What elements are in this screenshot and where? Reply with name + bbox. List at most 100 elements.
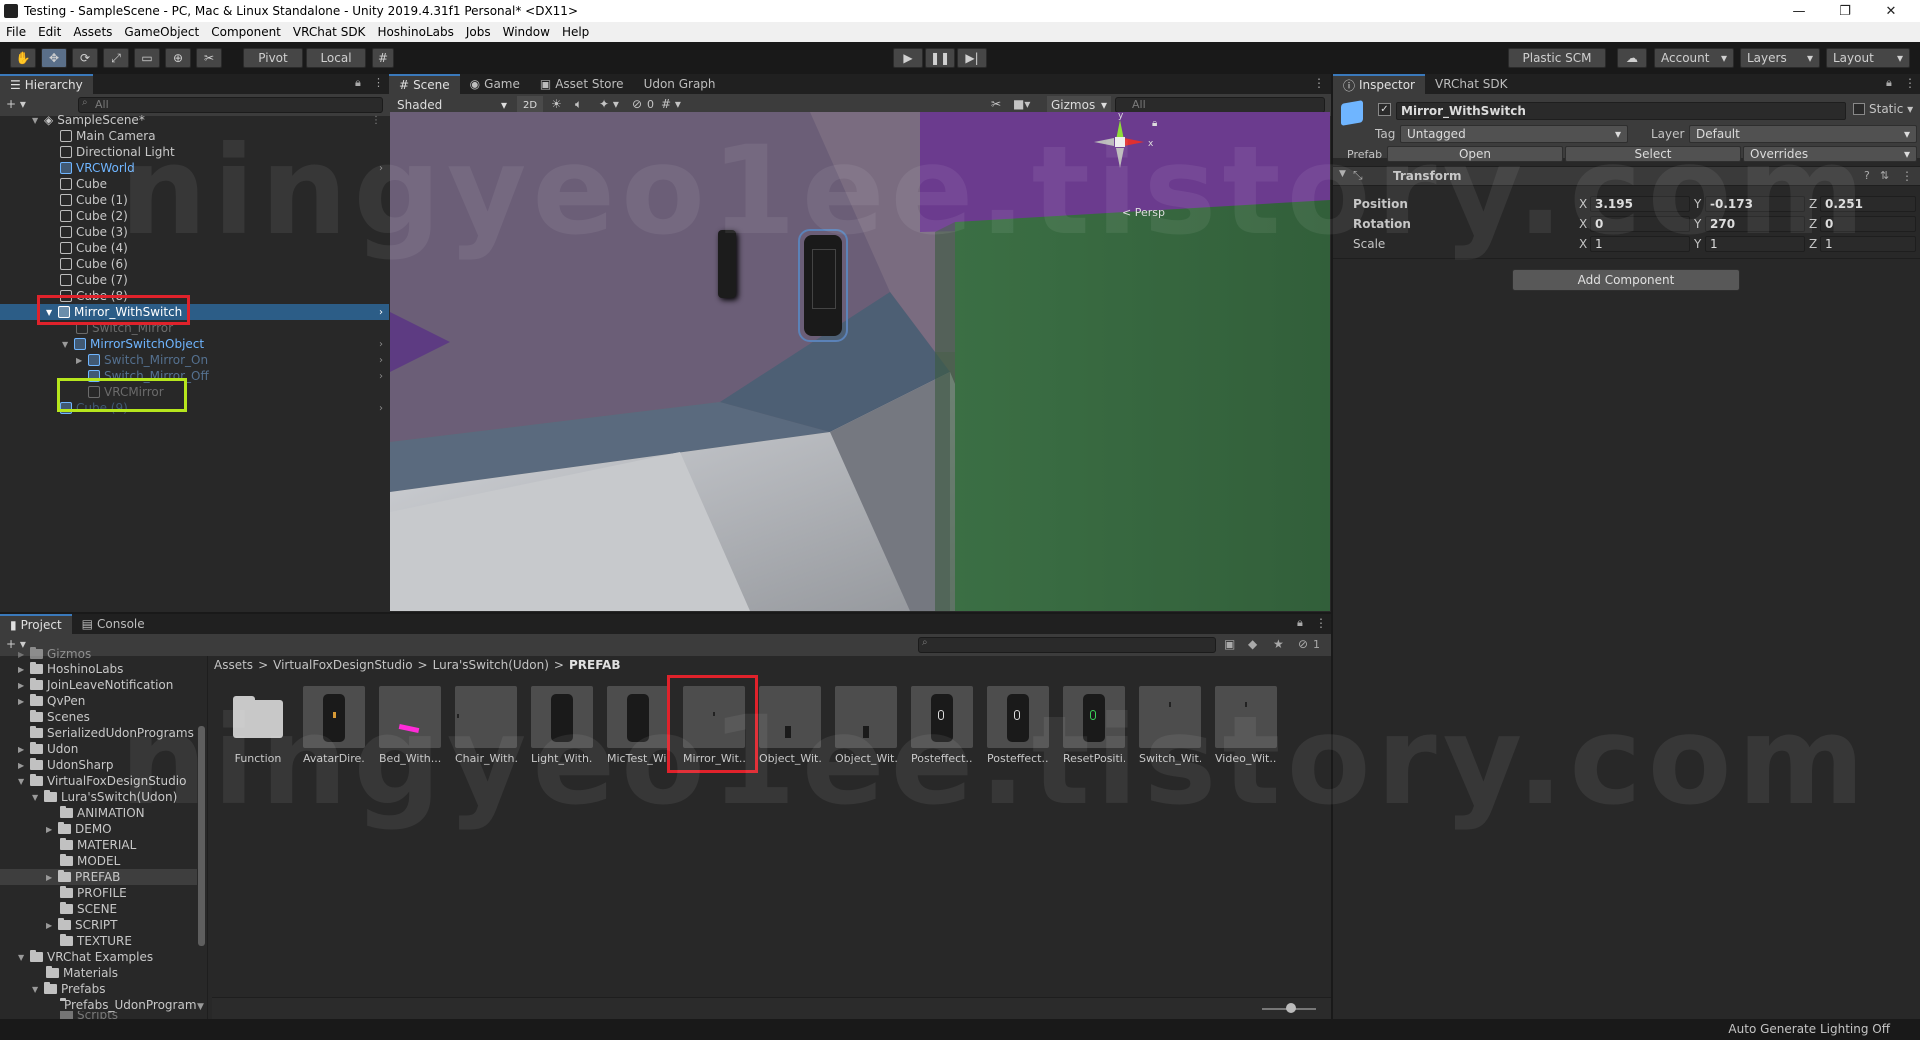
- object-name-field[interactable]: Mirror_WithSwitch: [1396, 102, 1846, 120]
- scale-x-field[interactable]: 1: [1590, 236, 1690, 252]
- tab-console[interactable]: ▤ Console: [72, 614, 155, 634]
- breadcrumb-prefab[interactable]: PREFAB: [569, 658, 621, 674]
- hierarchy-item-cube-2[interactable]: Cube (2): [0, 208, 389, 224]
- scale-tool-button[interactable]: ⤢: [103, 48, 129, 68]
- hand-tool-button[interactable]: ✋: [10, 48, 36, 68]
- breadcrumb-assets[interactable]: Assets: [214, 658, 253, 674]
- folder-serializedudonprograms[interactable]: SerializedUdonPrograms: [0, 725, 194, 741]
- chevron-right-icon[interactable]: ›: [379, 371, 383, 382]
- favorite-star-icon[interactable]: ★: [1273, 637, 1284, 651]
- expand-arrow-icon[interactable]: ▼: [32, 116, 42, 125]
- tab-udon-graph[interactable]: Udon Graph: [634, 74, 726, 94]
- menu-gameobject[interactable]: GameObject: [124, 25, 199, 39]
- asset-switch-prefab[interactable]: Switch_Wit...: [1139, 686, 1201, 765]
- orientation-gizmo[interactable]: y x: [1080, 112, 1160, 192]
- folder-profile[interactable]: PROFILE: [0, 885, 127, 901]
- folder-virtualfoxdesignstudio[interactable]: ▼ VirtualFoxDesignStudio: [0, 773, 186, 789]
- panel-menu-icon[interactable]: ⋮: [1904, 76, 1916, 90]
- rotation-y-field[interactable]: 270: [1705, 216, 1805, 232]
- step-button[interactable]: ▶|: [957, 48, 987, 68]
- hierarchy-item-cube-8[interactable]: Cube (8): [0, 288, 389, 304]
- add-component-button[interactable]: Add Component: [1512, 269, 1740, 291]
- switch-object-small[interactable]: [718, 230, 736, 298]
- persp-label[interactable]: < Persp: [1122, 206, 1165, 219]
- expand-arrow-icon[interactable]: ▶: [18, 745, 28, 754]
- expand-arrow-icon[interactable]: ▶: [46, 873, 56, 882]
- expand-arrow-icon[interactable]: ▶: [46, 921, 56, 930]
- expand-arrow-icon[interactable]: ▶: [76, 356, 86, 365]
- close-button[interactable]: ✕: [1868, 0, 1914, 22]
- lighting-icon[interactable]: ☀: [551, 97, 562, 111]
- panel-menu-icon[interactable]: ⋮: [1313, 76, 1325, 90]
- expand-arrow-icon[interactable]: ▶: [46, 825, 56, 834]
- chevron-right-icon[interactable]: ›: [379, 355, 383, 366]
- folder-hoshinolabs[interactable]: ▶ HoshinoLabs: [0, 661, 123, 677]
- hierarchy-item-cube[interactable]: Cube: [0, 176, 389, 192]
- asset-chair-prefab[interactable]: Chair_With...: [455, 686, 517, 765]
- plastic-scm-button[interactable]: Plastic SCM: [1508, 48, 1606, 68]
- hierarchy-item-cube-3[interactable]: Cube (3): [0, 224, 389, 240]
- folder-material[interactable]: MATERIAL: [0, 837, 136, 853]
- asset-object-prefab-2[interactable]: Object_Wit...: [835, 686, 897, 765]
- prefab-select-button[interactable]: Select: [1565, 146, 1741, 162]
- folder-materials[interactable]: Materials: [0, 965, 118, 981]
- scene-viewport[interactable]: y x 🔒︎ < Persp: [390, 112, 1330, 611]
- scale-z-field[interactable]: 1: [1820, 236, 1916, 252]
- folder-scripts[interactable]: Scripts: [0, 1011, 118, 1019]
- expand-arrow-icon[interactable]: ▼: [46, 308, 56, 317]
- folder-joinleavenotification[interactable]: ▶ JoinLeaveNotification: [0, 677, 173, 693]
- tab-inspector[interactable]: ⓘ Inspector: [1333, 74, 1425, 94]
- asset-resetposition-prefab[interactable]: ResetPositi...: [1063, 686, 1125, 765]
- tools-icon[interactable]: ✂: [991, 97, 1001, 111]
- folder-animation[interactable]: ANIMATION: [0, 805, 145, 821]
- hierarchy-search-input[interactable]: All: [78, 97, 383, 113]
- layout-dropdown[interactable]: Layout ▾: [1826, 48, 1910, 68]
- chevron-right-icon[interactable]: ›: [379, 163, 383, 174]
- folder-scene[interactable]: SCENE: [0, 901, 117, 917]
- pause-button[interactable]: ❚❚: [925, 48, 955, 68]
- rotation-x-field[interactable]: 0: [1590, 216, 1690, 232]
- pivot-toggle[interactable]: Pivot: [243, 48, 303, 68]
- audio-icon[interactable]: 🔈︎: [575, 97, 582, 112]
- panel-menu-icon[interactable]: ⋮: [1315, 616, 1327, 630]
- expand-arrow-icon[interactable]: ▶: [18, 665, 28, 674]
- tab-project[interactable]: ▮ Project: [0, 614, 72, 634]
- folder-lurasswitch[interactable]: ▼ Lura'sSwitch(Udon): [0, 789, 177, 805]
- menu-jobs[interactable]: Jobs: [466, 25, 491, 39]
- minimize-button[interactable]: —: [1776, 0, 1822, 22]
- hierarchy-item-cube-9[interactable]: Cube (9) ›: [0, 400, 389, 416]
- folder-script[interactable]: ▶ SCRIPT: [0, 917, 117, 933]
- hierarchy-item-cube-1[interactable]: Cube (1): [0, 192, 389, 208]
- lock-icon[interactable]: 🔒︎: [1886, 76, 1892, 90]
- hierarchy-item-switch-mirror-on[interactable]: ▶ Switch_Mirror_On ›: [0, 352, 389, 368]
- breadcrumb-lurasswitch[interactable]: Lura'sSwitch(Udon): [433, 658, 549, 674]
- slider-handle[interactable]: [1286, 1003, 1296, 1013]
- scale-y-field[interactable]: 1: [1705, 236, 1805, 252]
- menu-hoshinolabs[interactable]: HoshinoLabs: [377, 25, 453, 39]
- scene-root-row[interactable]: ▼ ◈ SampleScene* ⋮: [0, 112, 389, 128]
- tab-hierarchy[interactable]: ☰ Hierarchy: [0, 74, 93, 94]
- menu-edit[interactable]: Edit: [38, 25, 61, 39]
- create-dropdown[interactable]: + ▾: [6, 97, 26, 111]
- hierarchy-item-switch-mirror[interactable]: Switch_Mirror: [0, 320, 389, 336]
- transform-tool-button[interactable]: ⊕: [165, 48, 191, 68]
- position-y-field[interactable]: -0.173: [1705, 196, 1805, 212]
- filter-label-icon[interactable]: ◆: [1248, 637, 1257, 651]
- menu-component[interactable]: Component: [211, 25, 281, 39]
- tab-scene[interactable]: # Scene: [389, 74, 460, 94]
- expand-arrow-icon[interactable]: ▶: [18, 761, 28, 770]
- folder-model[interactable]: MODEL: [0, 853, 120, 869]
- cloud-button[interactable]: ☁: [1617, 48, 1647, 68]
- prefab-open-button[interactable]: Open: [1387, 146, 1563, 162]
- hierarchy-item-directional-light[interactable]: Directional Light: [0, 144, 389, 160]
- asset-posteffect-prefab-2[interactable]: Posteffect...: [987, 686, 1049, 765]
- expand-arrow-icon[interactable]: ▼: [18, 953, 28, 962]
- hierarchy-item-main-camera[interactable]: Main Camera: [0, 128, 389, 144]
- expand-arrow-icon[interactable]: ▼: [32, 985, 42, 994]
- folder-demo[interactable]: ▶ DEMO: [0, 821, 112, 837]
- lock-icon[interactable]: 🔒︎: [1297, 616, 1303, 630]
- filter-type-icon[interactable]: ▣: [1224, 637, 1235, 651]
- folder-tree-scrollbar[interactable]: [198, 726, 205, 946]
- expand-arrow-icon[interactable]: ▶: [18, 681, 28, 690]
- layers-dropdown[interactable]: Layers ▾: [1740, 48, 1820, 68]
